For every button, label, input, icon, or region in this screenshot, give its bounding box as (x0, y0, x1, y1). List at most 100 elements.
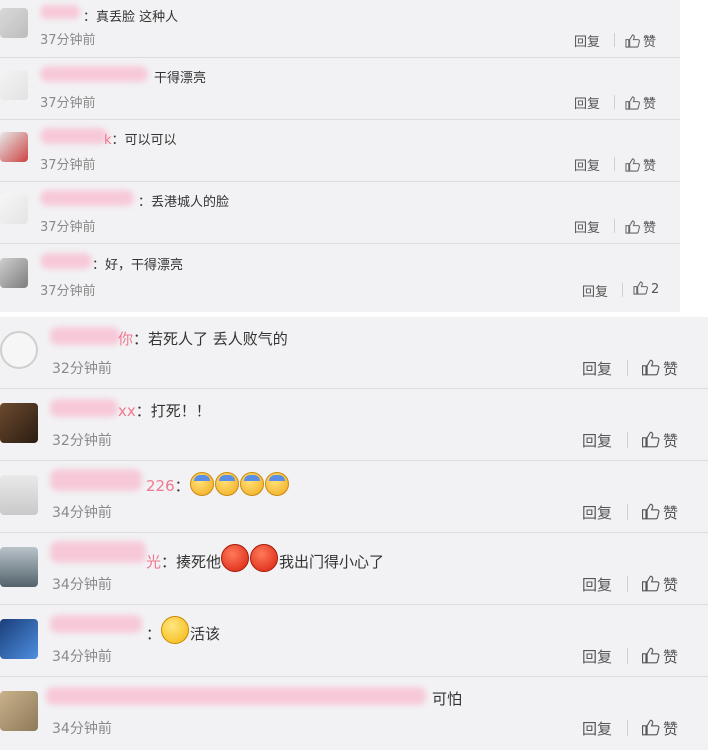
reply-button[interactable]: 回复 (582, 281, 608, 300)
comment-row: ：好，干得漂亮 37分钟前 回复 2 (0, 244, 680, 312)
divider (614, 157, 615, 171)
divider (627, 504, 628, 520)
angry-emoji (221, 544, 250, 572)
like-button[interactable]: 赞 (625, 217, 656, 236)
comment-text: ：若死人了 丢人败气的 (133, 330, 288, 348)
reply-button[interactable]: 回复 (582, 502, 612, 523)
like-label: 赞 (643, 221, 657, 236)
avatar[interactable] (0, 403, 38, 443)
reply-button[interactable]: 回复 (582, 574, 612, 595)
avatar[interactable] (0, 258, 28, 288)
blurred-username (40, 253, 92, 269)
like-label: 赞 (643, 35, 657, 50)
avatar[interactable] (0, 70, 28, 100)
avatar[interactable] (0, 619, 38, 659)
comment-time: 34分钟前 (52, 577, 112, 593)
comment-text: ： (174, 477, 190, 495)
username-suffix[interactable]: xx (118, 402, 136, 420)
like-button[interactable]: 赞 (641, 718, 678, 739)
avatar[interactable] (0, 331, 38, 369)
username-suffix[interactable]: 你 (118, 330, 133, 348)
like-button[interactable]: 赞 (625, 31, 656, 50)
blurred-username (40, 5, 80, 19)
reply-button[interactable]: 回复 (582, 358, 612, 379)
thumbs-up-icon (633, 281, 648, 295)
comment-time: 34分钟前 (52, 721, 112, 737)
sweat-emoji (239, 472, 264, 496)
blurred-username (50, 469, 142, 491)
comment-row: k：可以可以 37分钟前 回复 赞 (0, 120, 680, 182)
avatar[interactable] (0, 547, 38, 587)
thumbs-up-icon (625, 96, 640, 110)
comment-row: ： 活该 34分钟前 回复 赞 (0, 605, 708, 677)
like-button[interactable]: 2 (633, 281, 659, 297)
blurred-username (50, 615, 142, 633)
comment-text: ：打死！！ (135, 402, 211, 420)
grin-emoji (161, 616, 190, 644)
avatar[interactable] (0, 194, 28, 224)
divider (627, 720, 628, 736)
comment-time: 32分钟前 (52, 361, 112, 377)
comment-text-line: ： 活该 (146, 616, 220, 644)
comment-time: 34分钟前 (52, 505, 112, 521)
reply-button[interactable]: 回复 (582, 718, 612, 739)
sweat-emoji (214, 472, 239, 496)
thumbs-up-icon (642, 575, 660, 592)
comment-text: ：好，干得漂亮 (92, 258, 184, 273)
comment-text-after: 我出门得小心了 (279, 553, 385, 571)
reply-button[interactable]: 回复 (574, 217, 600, 236)
reply-button[interactable]: 回复 (582, 430, 612, 451)
comment-text: ：真丢脸 这种人 (83, 10, 179, 25)
comment-time: 37分钟前 (40, 33, 96, 48)
username-suffix[interactable]: k (104, 133, 112, 148)
like-label: 赞 (643, 159, 657, 174)
comment-text-line: k：可以可以 (104, 129, 177, 148)
like-button[interactable]: 赞 (641, 430, 678, 451)
comment-panel-top: ：真丢脸 这种人 37分钟前 回复 赞 干得漂亮 37分钟前 回复 赞 k：可以… (0, 0, 680, 312)
username-suffix[interactable]: 226 (146, 477, 175, 495)
blurred-username (40, 66, 148, 82)
like-button[interactable]: 赞 (625, 155, 656, 174)
comment-row: 干得漂亮 37分钟前 回复 赞 (0, 58, 680, 120)
angry-emoji (250, 544, 279, 572)
like-button[interactable]: 赞 (641, 502, 678, 523)
comment-text-line: ：真丢脸 这种人 (83, 6, 178, 25)
comment-time: 37分钟前 (40, 284, 96, 299)
like-button[interactable]: 赞 (641, 646, 678, 667)
avatar[interactable] (0, 8, 28, 38)
divider (622, 283, 623, 297)
sweat-emoji (264, 472, 289, 496)
comment-row: 你：若死人了 丢人败气的 32分钟前 回复 赞 (0, 317, 708, 389)
comment-time: 34分钟前 (52, 649, 112, 665)
like-label: 赞 (663, 648, 679, 666)
comment-text-line: xx：打死！！ (118, 400, 211, 421)
blurred-username (50, 327, 120, 345)
comment-text-line: 光：揍死他 我出门得小心了 (146, 544, 384, 572)
like-label: 赞 (663, 576, 679, 594)
reply-button[interactable]: 回复 (574, 93, 600, 112)
username-suffix[interactable]: 光 (146, 553, 161, 571)
like-label: 赞 (663, 504, 679, 522)
divider (614, 219, 615, 233)
thumbs-up-icon (642, 503, 660, 520)
divider (627, 432, 628, 448)
comment-text-line: 226： (146, 472, 290, 496)
comment-row: xx：打死！！ 32分钟前 回复 赞 (0, 389, 708, 461)
like-button[interactable]: 赞 (641, 574, 678, 595)
like-button[interactable]: 赞 (641, 358, 678, 379)
divider (627, 576, 628, 592)
thumbs-up-icon (642, 431, 660, 448)
comment-row: 226： 34分钟前 回复 赞 (0, 461, 708, 533)
thumbs-up-icon (642, 647, 660, 664)
avatar[interactable] (0, 691, 38, 731)
like-button[interactable]: 赞 (625, 93, 656, 112)
comment-text-line: 干得漂亮 (154, 67, 206, 86)
reply-button[interactable]: 回复 (574, 31, 600, 50)
avatar[interactable] (0, 475, 38, 515)
reply-button[interactable]: 回复 (574, 155, 600, 174)
blurred-username (40, 190, 134, 206)
comment-time: 37分钟前 (40, 158, 96, 173)
avatar[interactable] (0, 132, 28, 162)
comment-text: ：丢港城人的脸 (138, 195, 230, 210)
reply-button[interactable]: 回复 (582, 646, 612, 667)
